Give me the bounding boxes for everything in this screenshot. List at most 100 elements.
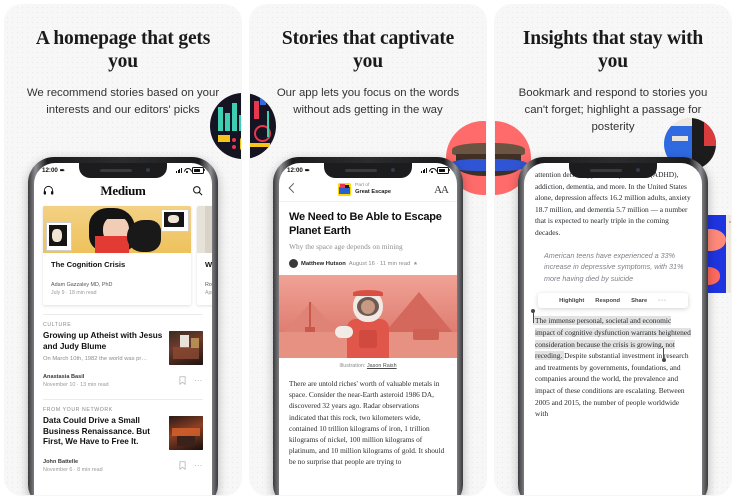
article-title: We Need to Be Able to Escape Planet Eart… bbox=[289, 211, 442, 237]
battery-icon bbox=[437, 167, 450, 174]
featured-card-body: The Cognition Crisis Adam Gazzaley MD, P… bbox=[43, 253, 191, 305]
astronaut-chest-panel bbox=[359, 330, 377, 348]
wifi-icon bbox=[184, 168, 190, 173]
bookmark-icon[interactable] bbox=[179, 372, 186, 390]
status-bar-2: 12:00 ➨ bbox=[279, 163, 457, 178]
story-author: Anastasia Basil bbox=[43, 374, 85, 381]
featured-card-author: Adam Gazzaley MD, PhD bbox=[51, 282, 113, 288]
bookmark-icon[interactable] bbox=[179, 457, 186, 475]
story-meta: November 10 · 13 min read bbox=[43, 381, 109, 388]
more-dots-icon[interactable]: ⋯ bbox=[194, 377, 203, 385]
article-author: Matthew Hutson bbox=[301, 260, 346, 267]
more-dots-icon[interactable]: ⋯ bbox=[194, 462, 203, 470]
story-title: Data Could Drive a Small Business Renais… bbox=[43, 416, 150, 446]
panel-3-headline: Insights that stay with you bbox=[522, 28, 704, 72]
featured-card-image bbox=[197, 206, 212, 253]
illustration-credit-label: Illustration: bbox=[339, 363, 366, 369]
illustration-credit: Illustration: Jason Raish bbox=[279, 358, 457, 369]
phone-mockup-2: 12:00 ➨ Part of Great Escape AA We Need … bbox=[273, 157, 463, 495]
story-feed[interactable]: The Cognition Crisis Adam Gazzaley MD, P… bbox=[34, 203, 212, 475]
search-icon[interactable] bbox=[192, 185, 203, 196]
featured-card-title: The Cognition Crisis bbox=[51, 260, 126, 269]
story-item-1[interactable]: CULTURE Growing up Atheist with Jesus an… bbox=[34, 315, 212, 390]
story-item-2[interactable]: FROM YOUR NETWORK Data Could Drive a Sma… bbox=[34, 400, 212, 475]
article-meta: August 16 · 11 min read bbox=[348, 260, 411, 267]
article-hero-image bbox=[279, 275, 457, 358]
selection-handle-end[interactable] bbox=[661, 358, 666, 363]
story-footer: John Battelle November 6 · 8 min read ⋯ bbox=[43, 457, 203, 475]
featured-carousel[interactable]: The Cognition Crisis Adam Gazzaley MD, P… bbox=[34, 203, 212, 305]
panel-1-headline: A homepage that gets you bbox=[35, 28, 211, 72]
panel-2-subhead: Our app lets you focus on the words with… bbox=[276, 87, 460, 116]
story-meta: November 6 · 8 min read bbox=[43, 466, 103, 473]
story-kicker: FROM YOUR NETWORK bbox=[43, 407, 113, 413]
article-byline: Matthew Hutson August 16 · 11 min read ★ bbox=[289, 259, 447, 268]
astronaut-helmet-stripe bbox=[353, 290, 383, 296]
article-body-selection: The immense personal, societal and econo… bbox=[524, 308, 702, 419]
mining-rig-base bbox=[305, 327, 315, 332]
story-author: John Battelle bbox=[43, 459, 79, 466]
article-dek: Why the space age depends on mining bbox=[289, 242, 403, 251]
headphones-icon[interactable] bbox=[43, 185, 54, 196]
paper-strip bbox=[726, 215, 731, 293]
illustration-credit-name[interactable]: Jason Raish bbox=[367, 363, 397, 369]
selection-toolbar[interactable]: Highlight Respond Share ◦◦◦ bbox=[538, 293, 688, 309]
text-size-icon[interactable]: AA bbox=[434, 184, 449, 196]
phone-screen-2: 12:00 ➨ Part of Great Escape AA We Need … bbox=[279, 163, 457, 495]
panel-2-headline: Stories that captivate you bbox=[281, 28, 455, 72]
medium-app-header: Medium bbox=[34, 178, 212, 203]
phone-mockup-1: 12:00 ➨ Medium The Cognition Crisis Adam… bbox=[28, 157, 218, 495]
featured-card-body: Wh Rox Apr bbox=[197, 253, 212, 305]
medium-logo: Medium bbox=[100, 182, 146, 198]
publication-logo-icon bbox=[338, 183, 352, 196]
highlight-button[interactable]: Highlight bbox=[559, 298, 584, 304]
article-head-block: We Need to Be Able to Escape Planet Eart… bbox=[279, 202, 457, 268]
astronaut-figure bbox=[335, 288, 399, 358]
status-time: 12:00 bbox=[287, 167, 303, 174]
phone-mockup-3: attention deficit hyperactivity disorder… bbox=[518, 157, 708, 495]
featured-card-author: Rox bbox=[205, 282, 212, 288]
panel-1-subhead: We recommend stories based on your inter… bbox=[26, 87, 220, 116]
phone-notch bbox=[569, 163, 657, 178]
screenshot-panel-1: A homepage that gets you We recommend st… bbox=[5, 5, 241, 495]
featured-card-partial[interactable]: Wh Rox Apr bbox=[197, 206, 212, 305]
article-header: Part of Great Escape AA bbox=[279, 178, 457, 202]
astronaut-face bbox=[361, 300, 375, 314]
article-body-text: There are untold riches' worth of valuab… bbox=[289, 379, 445, 467]
story-thumbnail bbox=[169, 416, 203, 450]
chevron-left-icon[interactable] bbox=[288, 181, 295, 199]
phone-screen-1: 12:00 ➨ Medium The Cognition Crisis Adam… bbox=[34, 163, 212, 495]
story-title: Growing up Atheist with Jesus and Judy B… bbox=[43, 331, 163, 351]
signal-bars-icon bbox=[175, 168, 182, 173]
selection-stem-start bbox=[532, 312, 534, 324]
speaker-grill bbox=[590, 169, 622, 172]
star-icon: ★ bbox=[413, 260, 418, 267]
featured-card[interactable]: The Cognition Crisis Adam Gazzaley MD, P… bbox=[43, 206, 191, 305]
front-camera bbox=[636, 168, 640, 172]
avatar[interactable] bbox=[289, 259, 298, 268]
story-footer: Anastasia Basil November 10 · 13 min rea… bbox=[43, 372, 203, 390]
respond-button[interactable]: Respond bbox=[595, 298, 620, 304]
signal-bars-icon bbox=[420, 168, 427, 173]
astronaut-arm bbox=[335, 326, 353, 338]
article-body-rest: Despite substantial investment in resear… bbox=[535, 351, 689, 419]
publication-badge[interactable]: Part of Great Escape bbox=[338, 183, 391, 196]
screenshot-gallery: A homepage that gets you We recommend st… bbox=[0, 0, 737, 500]
featured-card-image bbox=[43, 206, 191, 253]
story-kicker: CULTURE bbox=[43, 322, 72, 328]
panel-3-subhead: Bookmark and respond to stories you can'… bbox=[518, 87, 708, 133]
story-dek: On March 10th, 1982 the world was pr… bbox=[43, 356, 148, 362]
location-arrow-icon: ➨ bbox=[59, 168, 65, 174]
location-arrow-icon: ➨ bbox=[304, 168, 310, 174]
featured-card-meta: July 9 · 18 min read bbox=[51, 290, 97, 296]
wifi-icon bbox=[429, 168, 435, 173]
story-thumbnail bbox=[169, 331, 203, 365]
screenshot-panel-2: Stories that captivate you Our app lets … bbox=[250, 5, 486, 495]
more-dots-icon[interactable]: ◦◦◦ bbox=[658, 298, 667, 304]
publication-name: Great Escape bbox=[355, 189, 391, 195]
article-pullquote: American teens have experienced a 33% in… bbox=[544, 250, 684, 283]
battery-icon bbox=[192, 167, 205, 174]
share-button[interactable]: Share bbox=[631, 298, 647, 304]
status-time: 12:00 bbox=[42, 167, 58, 174]
status-bar-1: 12:00 ➨ bbox=[34, 163, 212, 178]
